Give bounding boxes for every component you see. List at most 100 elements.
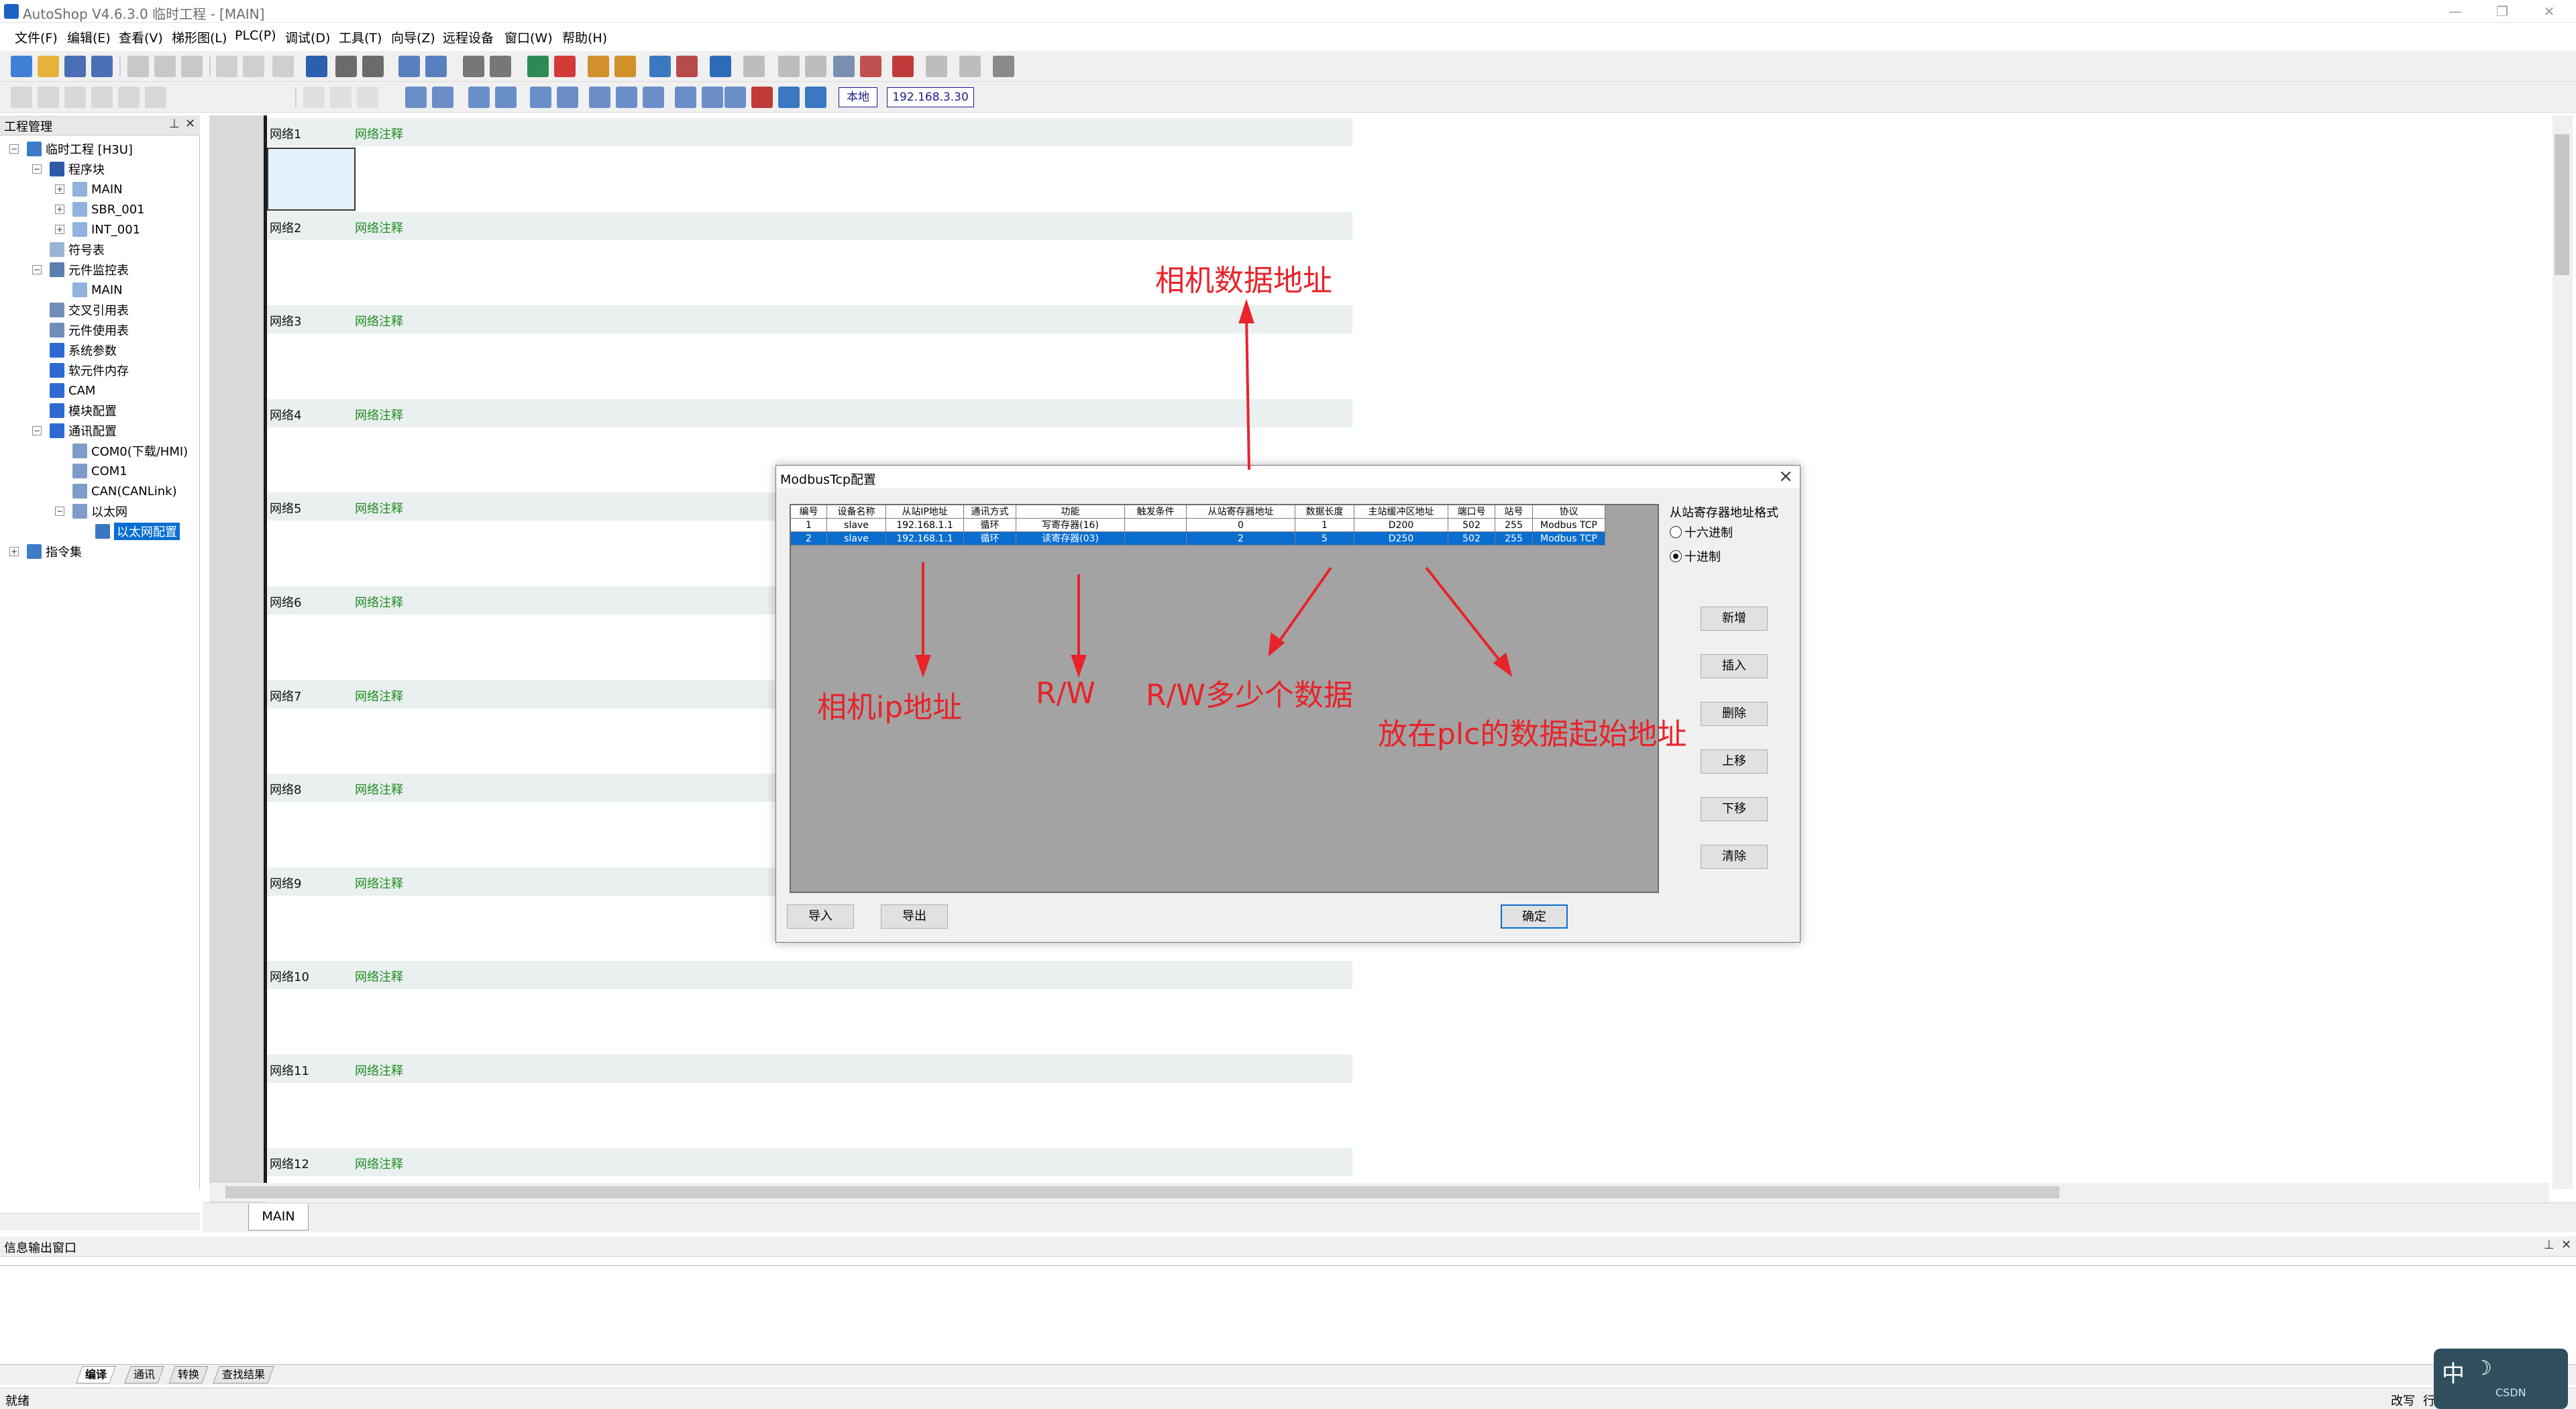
- table-cell-selected[interactable]: 192.168.1.1: [886, 532, 964, 545]
- func-block-icon[interactable]: [616, 87, 637, 108]
- lad-icon[interactable]: [11, 87, 32, 108]
- tree-project[interactable]: 临时工程 [H3U]: [27, 140, 133, 158]
- expand-icon[interactable]: −: [32, 265, 42, 274]
- table-cell-selected[interactable]: [1125, 532, 1187, 545]
- paste-icon[interactable]: [181, 56, 203, 77]
- sfc-icon[interactable]: [64, 87, 86, 108]
- undo-icon[interactable]: [216, 56, 237, 77]
- tree-module-config[interactable]: 模块配置: [50, 401, 117, 420]
- run-icon[interactable]: [527, 56, 549, 77]
- falling-edge-icon[interactable]: [557, 87, 578, 108]
- table-header[interactable]: 从站IP地址: [886, 505, 964, 519]
- contact-nc-icon[interactable]: [432, 87, 453, 108]
- table-cell-selected[interactable]: 读寄存器(03): [1016, 532, 1125, 545]
- tree-system-params[interactable]: 系统参数: [50, 341, 117, 360]
- tree-symbols[interactable]: 符号表: [50, 240, 105, 259]
- table-cell[interactable]: 192.168.1.1: [886, 519, 964, 532]
- network-comment[interactable]: 网络注释: [355, 1061, 403, 1079]
- pin-icon[interactable]: ⊥: [169, 117, 180, 131]
- menu-window[interactable]: 窗口(W): [504, 28, 553, 46]
- tree-usage[interactable]: 元件使用表: [50, 321, 129, 340]
- dialog-close-icon[interactable]: ×: [1774, 466, 1797, 488]
- table-cell-selected[interactable]: 循环: [964, 532, 1016, 545]
- tree-com0[interactable]: COM0(下载/HMI): [72, 441, 188, 460]
- il-icon[interactable]: [38, 87, 59, 108]
- clear-button[interactable]: 清除: [1701, 845, 1768, 869]
- table-cell-selected[interactable]: 5: [1295, 532, 1354, 545]
- network-comment[interactable]: 网络注释: [355, 499, 403, 517]
- save-all-icon[interactable]: [91, 56, 113, 77]
- network-row[interactable]: 网络10 网络注释: [267, 961, 1352, 989]
- menu-help[interactable]: 帮助(H): [562, 28, 607, 46]
- table-cell[interactable]: slave: [827, 519, 886, 532]
- zoom-in-icon[interactable]: [778, 56, 800, 77]
- expand-icon[interactable]: −: [32, 164, 42, 174]
- delete-line-icon[interactable]: [357, 87, 378, 108]
- table-cell[interactable]: [1125, 519, 1187, 532]
- table-header[interactable]: 功能: [1016, 505, 1125, 519]
- menu-file[interactable]: 文件(F): [15, 28, 58, 46]
- tree-cam[interactable]: CAM: [50, 381, 95, 400]
- horizontal-scroll-thumb[interactable]: [225, 1186, 2059, 1198]
- table-cell[interactable]: 502: [1448, 519, 1495, 532]
- network-comment[interactable]: 网络注释: [355, 219, 403, 236]
- monitor-stop-icon[interactable]: [676, 56, 698, 77]
- expand-icon[interactable]: −: [32, 426, 42, 435]
- menu-debug[interactable]: 调试(D): [285, 28, 330, 46]
- branch-down-icon[interactable]: [118, 87, 140, 108]
- output-tab-comm[interactable]: 通讯: [124, 1366, 164, 1384]
- output-tab-find[interactable]: 查找结果: [213, 1366, 274, 1384]
- ok-button[interactable]: 确定: [1501, 904, 1568, 929]
- network-row[interactable]: 网络2 网络注释: [267, 212, 1352, 240]
- search-icon[interactable]: [306, 56, 327, 77]
- copy-icon[interactable]: [154, 56, 176, 77]
- hline-icon[interactable]: [303, 87, 325, 108]
- table-cell[interactable]: 1: [791, 519, 827, 532]
- network-row[interactable]: 网络4 网络注释: [267, 399, 1352, 427]
- table-cell[interactable]: Modbus TCP: [1533, 519, 1605, 532]
- branch-up-icon[interactable]: [145, 87, 166, 108]
- contact-no-icon[interactable]: [405, 87, 427, 108]
- panel-scrollbar[interactable]: [0, 1213, 200, 1231]
- output-tab-compile[interactable]: 编译: [76, 1366, 116, 1384]
- table-cell[interactable]: 循环: [964, 519, 1016, 532]
- write-value-icon[interactable]: [710, 56, 731, 77]
- window-icon[interactable]: [398, 56, 420, 77]
- import-button[interactable]: 导入: [787, 904, 854, 929]
- parallel-no-icon[interactable]: [468, 87, 490, 108]
- arrow-down-icon[interactable]: [805, 87, 826, 108]
- parallel-nc-icon[interactable]: [495, 87, 517, 108]
- menu-tools[interactable]: 工具(T): [339, 28, 382, 46]
- add-button[interactable]: 新增: [1701, 607, 1768, 631]
- network-comment[interactable]: 网络注释: [355, 687, 403, 704]
- move-up-button[interactable]: 上移: [1701, 749, 1768, 774]
- expand-icon[interactable]: +: [55, 205, 64, 214]
- export-button[interactable]: 导出: [881, 904, 948, 929]
- table-cell-selected[interactable]: slave: [827, 532, 886, 545]
- pin-icon[interactable]: ⊥: [2544, 1238, 2555, 1252]
- table-header[interactable]: 数据长度: [1295, 505, 1354, 519]
- network-comment[interactable]: 网络注释: [355, 125, 403, 142]
- close-button[interactable]: ✕: [2529, 1, 2569, 21]
- table-cell-selected[interactable]: Modbus TCP: [1533, 532, 1605, 545]
- table-cell-selected[interactable]: 502: [1448, 532, 1495, 545]
- branch-icon[interactable]: [91, 87, 113, 108]
- table-cell[interactable]: 1: [1295, 519, 1354, 532]
- table-cell-selected[interactable]: 255: [1495, 532, 1533, 545]
- restore-button[interactable]: ❐: [2482, 1, 2522, 21]
- stop-plc-icon[interactable]: [892, 56, 914, 77]
- expand-icon[interactable]: +: [9, 547, 19, 556]
- ip-field[interactable]: 192.168.3.30: [887, 87, 974, 107]
- table-cell[interactable]: 255: [1495, 519, 1533, 532]
- cut-icon[interactable]: [127, 56, 149, 77]
- table-cell-selected[interactable]: 2: [791, 532, 827, 545]
- edit-icon[interactable]: [743, 56, 765, 77]
- vline-icon[interactable]: [330, 87, 352, 108]
- new-file-icon[interactable]: [11, 56, 32, 77]
- table-cell[interactable]: 0: [1187, 519, 1295, 532]
- network-row[interactable]: 网络3 网络注释: [267, 305, 1352, 333]
- expand-icon[interactable]: −: [55, 507, 64, 516]
- network-comment[interactable]: 网络注释: [355, 1155, 403, 1172]
- menu-ladder[interactable]: 梯形图(L): [172, 28, 227, 46]
- ladder-cursor[interactable]: [267, 148, 356, 211]
